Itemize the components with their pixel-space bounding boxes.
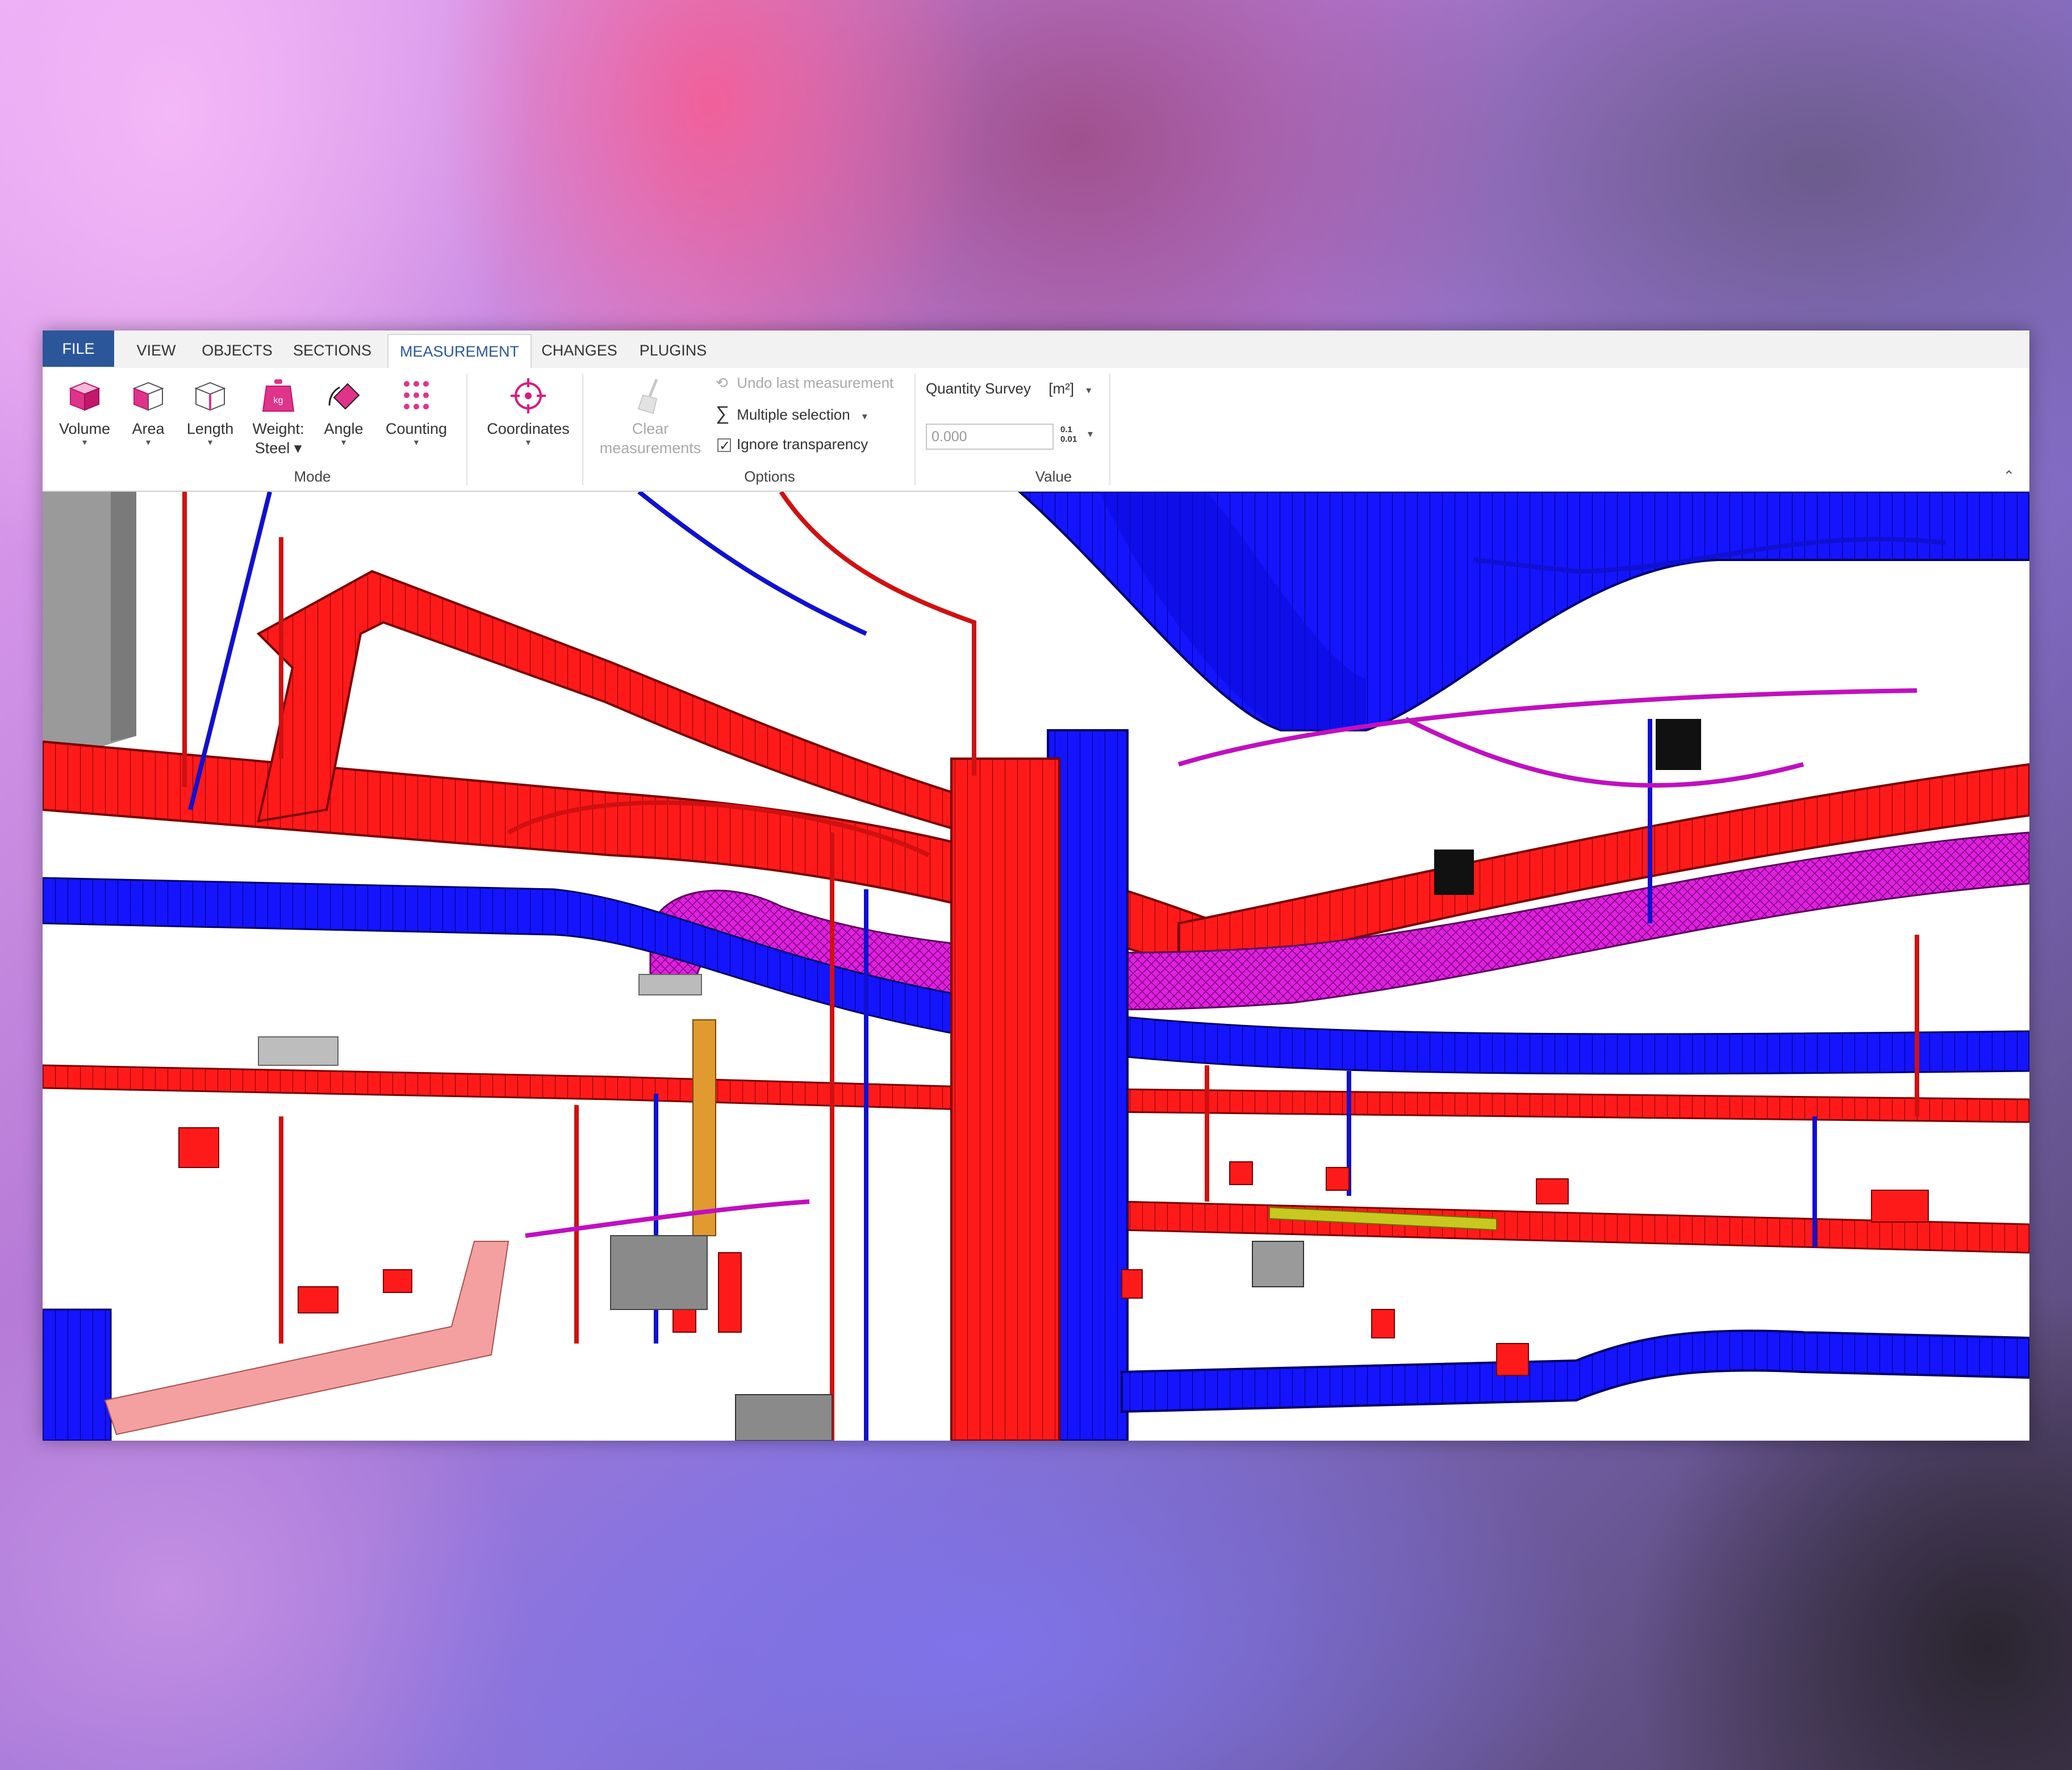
angle-button[interactable]: Angle ▾: [315, 376, 372, 447]
crosshair-icon: [511, 378, 546, 413]
value-group-label: Value: [1035, 468, 1072, 485]
volume-cube-icon: [69, 382, 101, 411]
undo-last-measurement-button[interactable]: ⟲ Undo last measurement: [716, 371, 893, 394]
red-riser: [950, 758, 1060, 1441]
chevron-down-icon: ▾: [862, 411, 867, 422]
area-cube-icon: [132, 382, 164, 411]
checkbox-checked-icon[interactable]: [717, 435, 731, 458]
tab-measurement[interactable]: MEASUREMENT: [387, 334, 532, 369]
group-separator: [1109, 374, 1110, 485]
svg-text:kg: kg: [274, 396, 283, 405]
ignore-transparency-checkbox[interactable]: Ignore transparency: [717, 433, 868, 458]
sigma-icon: ∑: [716, 403, 730, 424]
diffuser: [638, 974, 702, 995]
tab-objects[interactable]: OBJECTS: [196, 334, 278, 367]
volume-button[interactable]: Volume ▾: [54, 376, 115, 447]
weight-steel-button[interactable]: kg Weight: Steel ▾: [247, 376, 310, 458]
tab-sections[interactable]: SECTIONS: [290, 334, 375, 367]
tab-changes[interactable]: CHANGES: [537, 334, 622, 367]
length-cube-icon: [194, 382, 226, 411]
3d-model-viewport[interactable]: [43, 492, 2029, 1441]
quantity-survey-dropdown[interactable]: Quantity Survey [m²] ▾: [926, 377, 1091, 401]
mep-model-render: [43, 492, 2029, 1441]
area-button[interactable]: Area ▾: [122, 376, 174, 447]
value-field[interactable]: [926, 424, 1054, 450]
broom-icon: [637, 379, 658, 415]
weight-kg-icon: kg: [262, 379, 295, 412]
collapse-ribbon-icon[interactable]: ⌃: [2003, 468, 2015, 484]
ribbon-measurement: Volume ▾ Area ▾ Length ▾ kg Weight: Stee…: [43, 368, 2029, 492]
group-separator: [582, 374, 583, 485]
tab-plugins[interactable]: PLUGINS: [633, 334, 713, 367]
app-window: FILE VIEW OBJECTS SECTIONS MEASUREMENT C…: [43, 330, 2029, 1441]
coordinates-button[interactable]: Coordinates ▾: [480, 376, 577, 447]
options-group-label: Options: [744, 468, 795, 485]
clear-measurements-button[interactable]: Clear measurements: [594, 376, 707, 458]
precision-icon[interactable]: 0.1 0.01: [1060, 425, 1077, 444]
undo-icon: ⟲: [716, 374, 728, 391]
tab-file[interactable]: FILE: [43, 330, 114, 367]
chevron-down-icon[interactable]: ▾: [1088, 428, 1093, 440]
counting-button[interactable]: Counting ▾: [379, 376, 453, 447]
ribbon-tab-strip: FILE VIEW OBJECTS SECTIONS MEASUREMENT C…: [43, 330, 2029, 369]
counting-dots-icon: [404, 381, 429, 409]
tab-view[interactable]: VIEW: [125, 334, 187, 367]
group-separator: [914, 374, 916, 485]
chevron-down-icon: ▾: [1086, 384, 1092, 396]
angle-icon: [328, 383, 360, 410]
multiple-selection-dropdown[interactable]: ∑ Multiple selection ▾: [716, 402, 867, 428]
mode-group-label: Mode: [294, 468, 331, 485]
length-button[interactable]: Length ▾: [179, 376, 241, 447]
